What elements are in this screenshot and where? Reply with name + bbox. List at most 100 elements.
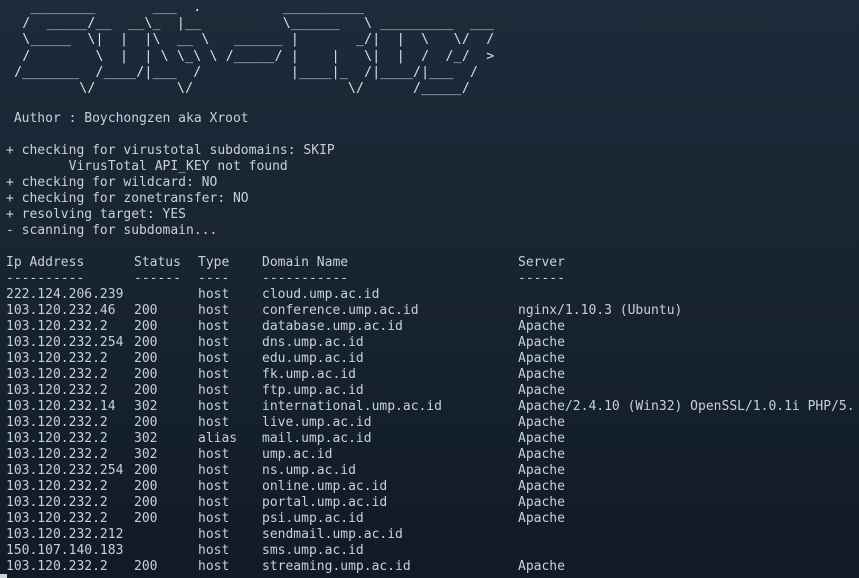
cell-type: host <box>198 319 230 334</box>
log-line: VirusTotal API_KEY not found <box>6 159 288 174</box>
log-line: + checking for virustotal subdomains: SK… <box>6 143 335 158</box>
cell-ip-address: 103.120.232.2 <box>6 511 108 526</box>
log-line: + checking for wildcard: NO <box>6 175 218 190</box>
cell-type: host <box>198 463 230 478</box>
cell-ip-address: 103.120.232.254 <box>6 463 124 478</box>
cell-status: 200 <box>134 511 158 526</box>
log-line: - scanning for subdomain... <box>6 223 218 238</box>
cell-domain-name: international.ump.ac.id <box>262 399 443 414</box>
cell-domain-name: database.ump.ac.id <box>262 319 403 334</box>
cell-type: host <box>198 447 230 462</box>
cell-status: 200 <box>134 303 158 318</box>
cell-server: Apache <box>518 383 565 398</box>
cell-server: Apache/2.4.10 (Win32) OpenSSL/1.0.1i PHP… <box>518 399 855 414</box>
cell-domain-name: ftp.ump.ac.id <box>262 383 364 398</box>
cell-type: alias <box>198 431 238 446</box>
cell-domain-name: psi.ump.ac.id <box>262 511 364 526</box>
cell-ip-address: 222.124.206.239 <box>6 287 124 302</box>
cell-status: 302 <box>134 431 158 446</box>
cell-domain-name: portal.ump.ac.id <box>262 495 388 510</box>
cell-type: host <box>198 543 230 558</box>
cell-status: 200 <box>134 415 158 430</box>
cell-server: Apache <box>518 479 565 494</box>
separator-server: ------ <box>518 271 565 286</box>
separator-domain: ----------- <box>262 271 349 286</box>
cell-ip-address: 103.120.232.2 <box>6 319 108 334</box>
cell-server: Apache <box>518 351 565 366</box>
cell-ip-address: 103.120.232.2 <box>6 479 108 494</box>
cell-ip-address: 103.120.232.46 <box>6 303 116 318</box>
cell-type: host <box>198 303 230 318</box>
cell-type: host <box>198 351 230 366</box>
cell-status: 200 <box>134 383 158 398</box>
header-type: Type <box>198 255 230 270</box>
cell-type: host <box>198 367 230 382</box>
cell-domain-name: ump.ac.id <box>262 447 333 462</box>
cell-server: Apache <box>518 463 565 478</box>
terminal-cursor <box>0 574 7 578</box>
cell-server: Apache <box>518 415 565 430</box>
cell-status: 200 <box>134 351 158 366</box>
header-status: Status <box>134 255 181 270</box>
cell-server: Apache <box>518 511 565 526</box>
cell-domain-name: mail.ump.ac.id <box>262 431 372 446</box>
cell-ip-address: 103.120.232.2 <box>6 447 108 462</box>
cell-domain-name: fk.ump.ac.id <box>262 367 356 382</box>
log-line: + resolving target: YES <box>6 207 187 222</box>
table-separator-row: ---------- ------ ---- ----------- -----… <box>6 271 565 287</box>
cell-domain-name: ns.ump.ac.id <box>262 463 356 478</box>
cell-ip-address: 103.120.232.254 <box>6 335 124 350</box>
cell-domain-name: edu.ump.ac.id <box>262 351 364 366</box>
cell-status: 200 <box>134 559 158 574</box>
cell-status: 200 <box>134 479 158 494</box>
cell-domain-name: dns.ump.ac.id <box>262 335 364 350</box>
cell-status: 200 <box>134 319 158 334</box>
cell-status: 302 <box>134 447 158 462</box>
header-domain-name: Domain Name <box>262 255 349 270</box>
cell-type: host <box>198 335 230 350</box>
cell-type: host <box>198 511 230 526</box>
cell-domain-name: cloud.ump.ac.id <box>262 287 380 302</box>
cell-server: nginx/1.10.3 (Ubuntu) <box>518 303 683 318</box>
cell-domain-name: streaming.ump.ac.id <box>262 559 411 574</box>
cell-domain-name: conference.ump.ac.id <box>262 303 419 318</box>
cell-server: Apache <box>518 447 565 462</box>
cell-ip-address: 150.107.140.183 <box>6 543 124 558</box>
cell-status: 200 <box>134 463 158 478</box>
cell-server: Apache <box>518 335 565 350</box>
cell-domain-name: sms.ump.ac.id <box>262 543 364 558</box>
cell-domain-name: sendmail.ump.ac.id <box>262 527 403 542</box>
cell-ip-address: 103.120.232.2 <box>6 415 108 430</box>
cell-type: host <box>198 527 230 542</box>
cell-ip-address: 103.120.232.2 <box>6 351 108 366</box>
cell-server: Apache <box>518 559 565 574</box>
cell-ip-address: 103.120.232.14 <box>6 399 116 414</box>
cell-status: 200 <box>134 367 158 382</box>
header-ip-address: Ip Address <box>6 255 85 270</box>
table-header-row: Ip Address Status Type Domain Name Serve… <box>6 255 565 271</box>
cell-type: host <box>198 287 230 302</box>
cell-type: host <box>198 495 230 510</box>
cell-type: host <box>198 399 230 414</box>
cell-domain-name: online.ump.ac.id <box>262 479 388 494</box>
cell-ip-address: 103.120.232.2 <box>6 431 108 446</box>
cell-domain-name: live.ump.ac.id <box>262 415 372 430</box>
cell-server: Apache <box>518 367 565 382</box>
cell-type: host <box>198 383 230 398</box>
cell-status: 200 <box>134 495 158 510</box>
cell-type: host <box>198 479 230 494</box>
header-server: Server <box>518 255 565 270</box>
ascii-art-banner: ________ ___ . __________ / _____/__ __\… <box>14 0 495 97</box>
cell-ip-address: 103.120.232.2 <box>6 495 108 510</box>
author-line: Author : Boychongzen aka Xroot <box>6 111 249 126</box>
cell-server: Apache <box>518 319 565 334</box>
cell-ip-address: 103.120.232.2 <box>6 383 108 398</box>
cell-server: Apache <box>518 431 565 446</box>
cell-ip-address: 103.120.232.2 <box>6 367 108 382</box>
cell-status: 302 <box>134 399 158 414</box>
cell-server: Apache <box>518 495 565 510</box>
cell-type: host <box>198 559 230 574</box>
separator-ip: ---------- <box>6 271 85 286</box>
log-line: + checking for zonetransfer: NO <box>6 191 249 206</box>
terminal-window[interactable]: ________ ___ . __________ / _____/__ __\… <box>0 0 859 578</box>
